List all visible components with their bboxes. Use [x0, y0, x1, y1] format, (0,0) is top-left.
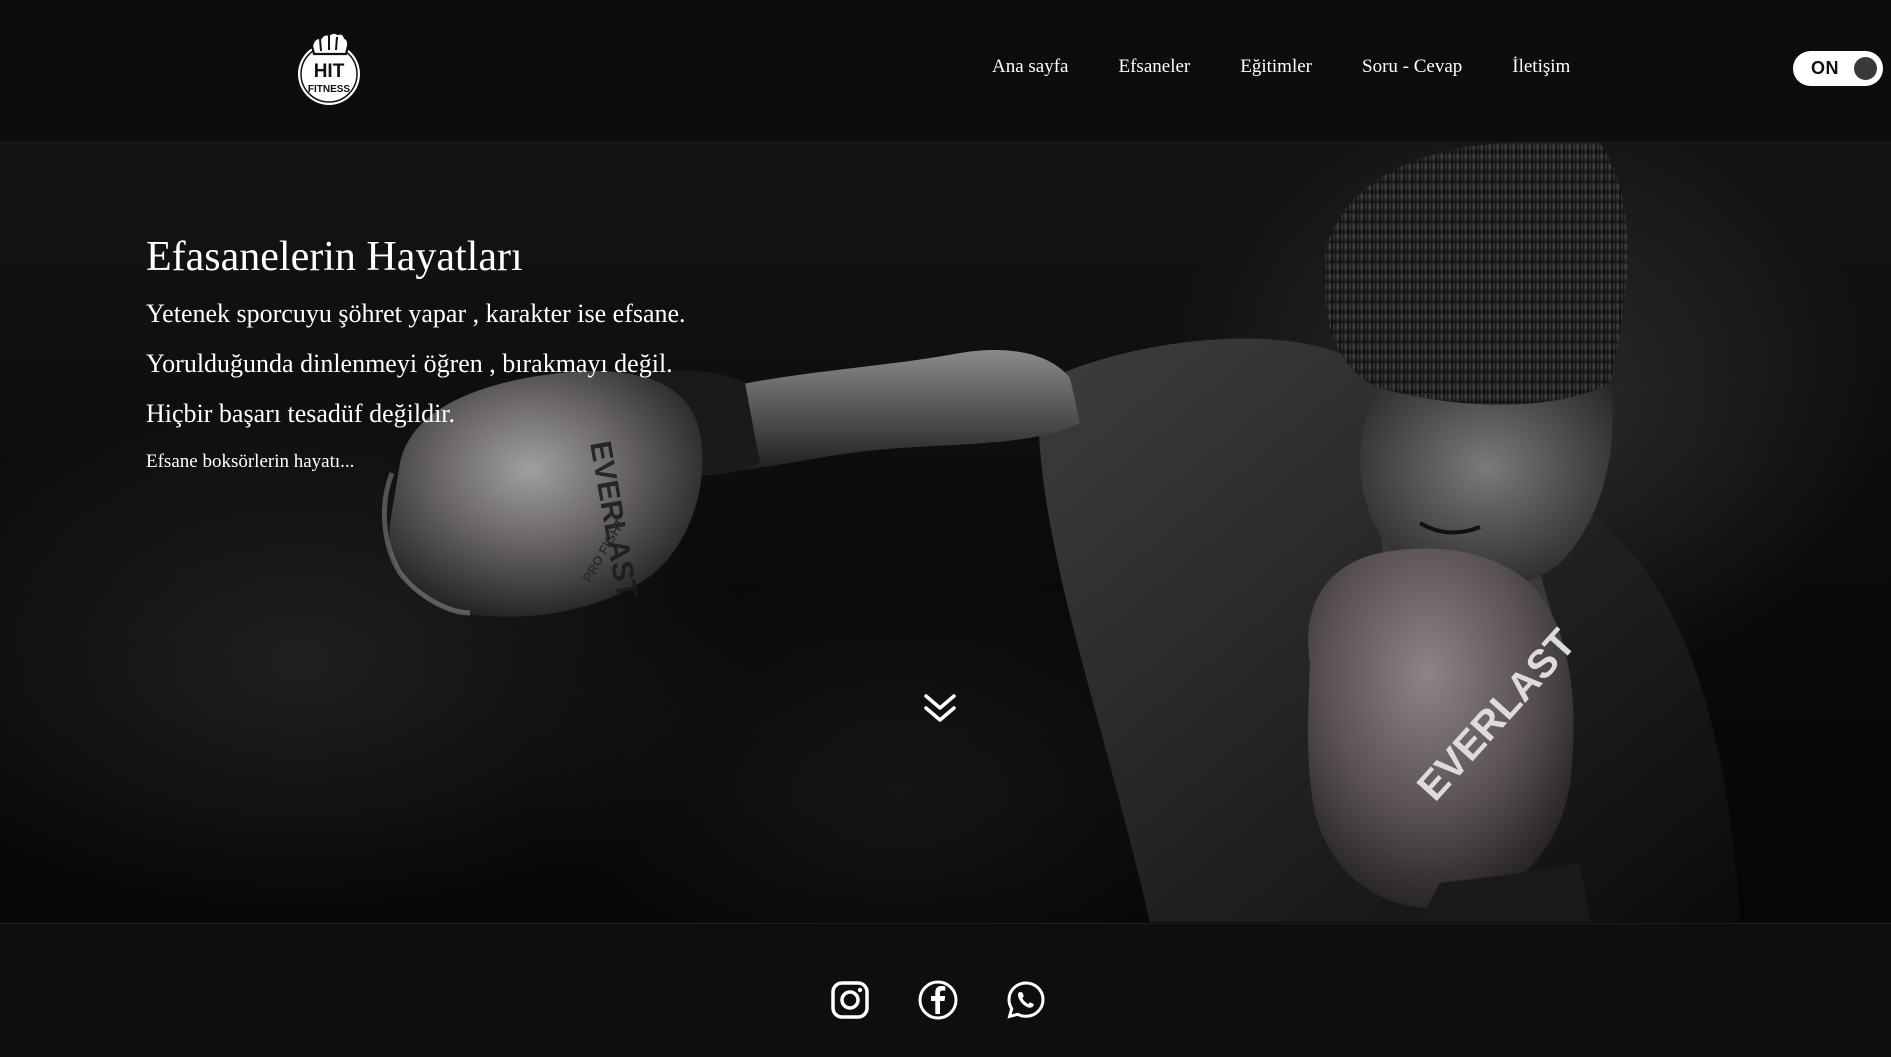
whatsapp-icon[interactable] — [1006, 980, 1046, 1020]
nav-item-egitimler[interactable]: Eğitimler — [1240, 56, 1312, 78]
toggle-label: ON — [1811, 58, 1839, 78]
toggle-knob — [1854, 57, 1877, 80]
page: HIT FITNESS Ana sayfa Efsaneler Eğitimle… — [0, 0, 1891, 1057]
hero-quote-2: Yorulduğunda dinlenmeyi öğren , bırakmay… — [146, 349, 673, 378]
legends-life-link[interactable]: Efsane boksörlerin hayatı... — [146, 451, 354, 473]
hero-quote-1: Yetenek sporcuyu şöhret yapar , karakter… — [146, 299, 686, 328]
hero-title: Efasanelerin Hayatları — [146, 234, 523, 280]
theme-toggle[interactable]: ON — [1793, 51, 1883, 86]
hero-section: EVERLAST PRO FIGHT EVERLAST Efasanelerin… — [0, 143, 1891, 922]
svg-text:FITNESS: FITNESS — [308, 84, 351, 95]
site-footer — [0, 923, 1891, 1057]
hero-text-block: Efasanelerin Hayatları Yetenek sporcuyu … — [146, 233, 686, 473]
facebook-icon[interactable] — [918, 980, 958, 1020]
nav-item-efsaneler[interactable]: Efsaneler — [1119, 56, 1191, 78]
main-nav: Ana sayfa Efsaneler Eğitimler Soru - Cev… — [992, 56, 1570, 78]
social-links — [830, 980, 1046, 1020]
instagram-icon[interactable] — [830, 980, 870, 1020]
nav-item-soru-cevap[interactable]: Soru - Cevap — [1362, 56, 1462, 78]
hero-quote-3: Hiçbir başarı tesadüf değildir. — [146, 399, 456, 428]
logo-fist-icon: HIT FITNESS — [298, 31, 360, 105]
hit-fitness-logo[interactable]: HIT FITNESS — [296, 30, 362, 108]
nav-item-ana-sayfa[interactable]: Ana sayfa — [992, 56, 1069, 78]
site-header: HIT FITNESS Ana sayfa Efsaneler Eğitimle… — [0, 0, 1891, 143]
double-chevron-down-icon[interactable] — [920, 688, 960, 728]
svg-text:HIT: HIT — [314, 61, 345, 82]
nav-item-iletisim[interactable]: İletişim — [1512, 56, 1570, 78]
